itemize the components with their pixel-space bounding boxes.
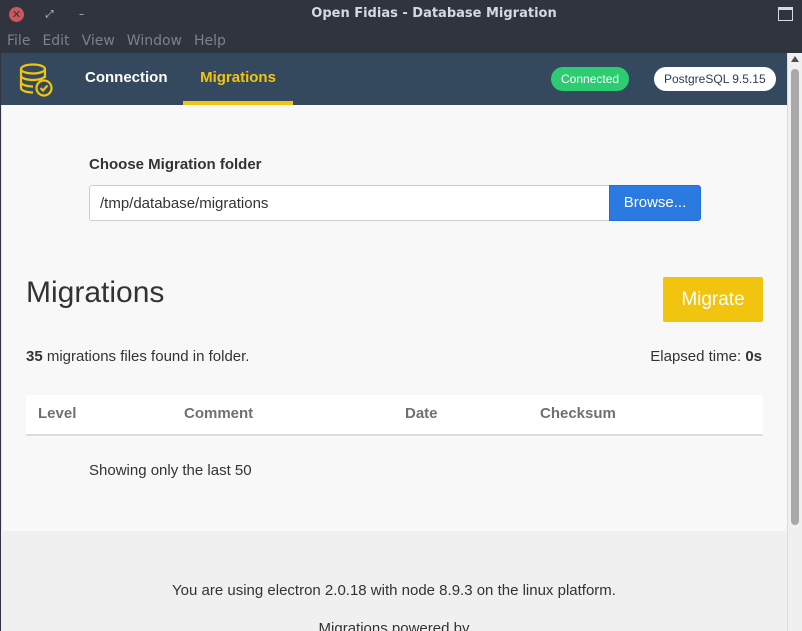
connection-status-badge: Connected xyxy=(551,67,630,91)
menu-view[interactable]: View xyxy=(82,33,115,49)
tab-migrations[interactable]: Migrations xyxy=(183,53,293,105)
restore-window-icon[interactable] xyxy=(778,7,793,21)
database-version-badge: PostgreSQL 9.5.15 xyxy=(654,67,776,91)
menu-window[interactable]: Window xyxy=(127,33,182,49)
menu-edit[interactable]: Edit xyxy=(42,33,69,49)
elapsed-time-label: Elapsed time: xyxy=(650,348,746,365)
app-navbar: Connection Migrations Connected PostgreS… xyxy=(1,53,787,105)
menu-help[interactable]: Help xyxy=(194,33,226,49)
scrollbar-thumb[interactable] xyxy=(791,69,799,525)
browse-button[interactable]: Browse... xyxy=(609,185,701,221)
scroll-up-arrow-icon[interactable] xyxy=(791,56,799,62)
menu-file[interactable]: File xyxy=(7,33,30,49)
elapsed-time-value: 0s xyxy=(745,348,762,365)
migrate-button[interactable]: Migrate xyxy=(663,277,763,322)
powered-by-text: Migrations powered by xyxy=(318,620,470,631)
files-found-text: 35 migrations files found in folder. xyxy=(26,348,249,365)
menu-bar: File Edit View Window Help xyxy=(0,28,802,53)
column-header-date: Date xyxy=(405,405,438,422)
files-found-label: migrations files found in folder. xyxy=(42,348,250,365)
migration-folder-input[interactable] xyxy=(89,185,609,221)
column-header-level: Level xyxy=(38,405,77,422)
showing-last-note: Showing only the last 50 xyxy=(89,462,252,479)
database-check-icon xyxy=(19,63,53,97)
window-title: Open Fidias - Database Migration xyxy=(311,6,557,21)
files-found-count: 35 xyxy=(26,348,43,365)
migrations-heading: Migrations xyxy=(26,276,165,309)
window-titlebar: ✕ ⤢ – Open Fidias - Database Migration xyxy=(0,0,802,28)
column-header-checksum: Checksum xyxy=(540,405,616,422)
folder-label: Choose Migration folder xyxy=(89,156,262,173)
main-content: Choose Migration folder Browse... Migrat… xyxy=(1,105,787,531)
column-header-comment: Comment xyxy=(184,405,254,422)
migrations-table-header: Level Comment Date Checksum xyxy=(26,395,763,436)
electron-info-text: You are using electron 2.0.18 with node … xyxy=(172,582,616,599)
app-footer: You are using electron 2.0.18 with node … xyxy=(1,531,787,631)
elapsed-time-text: Elapsed time: 0s xyxy=(650,348,762,365)
vertical-scrollbar[interactable] xyxy=(787,53,802,631)
tab-connection[interactable]: Connection xyxy=(85,53,168,105)
